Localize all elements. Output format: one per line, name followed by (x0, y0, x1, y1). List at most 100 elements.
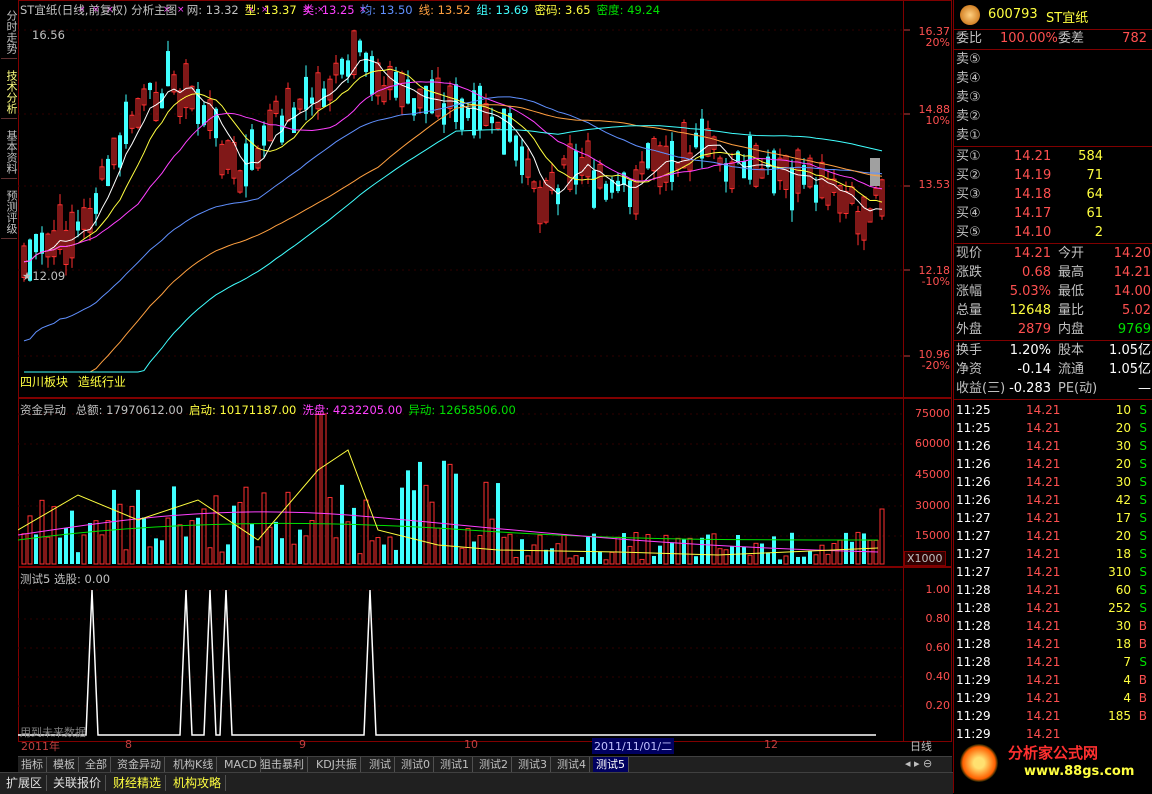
buy-label: 买③ (956, 187, 981, 202)
price-tick: 13.53 (918, 178, 951, 191)
low-price-label: 12.09 (32, 269, 66, 283)
fund-value: 1.05亿 (1109, 343, 1151, 358)
tab-测试0[interactable]: 测试0 (398, 757, 434, 773)
tab-MACD[interactable]: MACD (221, 757, 261, 773)
tab-technical[interactable]: 技术分析 (1, 66, 18, 119)
footer-tab[interactable]: 财经精选 (109, 775, 167, 791)
tick-row: 11:26 14.21 30 S (954, 437, 1152, 455)
tab-KDJ共振[interactable]: KDJ共振 (313, 757, 361, 773)
buy-level: 买③ 14.18 64 (954, 186, 1152, 204)
footer-tab[interactable]: 关联报价 (49, 775, 107, 791)
volume-header: 资金异动 总额: 17970612.00 启动: 10171187.00 洗盘: 4… (20, 402, 516, 418)
tab-全部[interactable]: 全部 (82, 757, 111, 773)
tick-price: 14.21 (1026, 511, 1061, 525)
tab-测试4[interactable]: 测试4 (554, 757, 590, 773)
footer-tab[interactable]: 机构攻略 (169, 775, 227, 791)
volume-bar (345, 521, 351, 565)
volume-bar (813, 554, 819, 565)
volume-tick: 75000 (915, 407, 950, 420)
cursor-date-label: 2011/11/01/二 (592, 738, 675, 754)
volume-bar (802, 556, 806, 564)
candle-body (124, 101, 128, 145)
volume-bar (255, 546, 261, 565)
buy-volume: 71 (1086, 168, 1103, 183)
quote-label: 量比 (1058, 303, 1085, 318)
quote-value: 0.68 (1022, 265, 1051, 280)
buy-label: 买② (956, 168, 981, 183)
volume-bar (760, 543, 764, 564)
tab-forecast[interactable]: 预测评级 (1, 186, 18, 239)
volume-bar (615, 536, 621, 565)
tick-side: S (1139, 601, 1147, 615)
tick-row: 11:26 14.21 20 S (954, 455, 1152, 473)
candle-body (748, 135, 752, 180)
volume-bar (232, 505, 236, 564)
tab-intraday[interactable]: 分时走势 (1, 6, 18, 59)
grid (18, 29, 910, 707)
volume-bar (609, 551, 615, 565)
tab-机构K线[interactable]: 机构K线 (170, 757, 218, 773)
footer-tab[interactable]: 扩展区 (2, 775, 48, 791)
tabbar-scroll-arrows[interactable]: ◂ ▸ ⊖ (905, 757, 932, 770)
tab-测试3[interactable]: 测试3 (515, 757, 551, 773)
period-label[interactable]: 日线 (910, 738, 932, 754)
signal-tick: 0.60 (925, 641, 951, 654)
tick-row: 11:27 14.21 18 S (954, 545, 1152, 563)
signal-tick: 0.20 (925, 699, 951, 712)
tick-row: 11:28 14.21 60 S (954, 581, 1152, 599)
candle-body (556, 188, 560, 205)
volume-bar (21, 533, 27, 565)
kline-chart[interactable]: × × × × × × × × × × (18, 0, 952, 742)
tick-time: 11:27 (956, 547, 991, 561)
fund-value: — (1138, 381, 1151, 396)
tick-price: 14.21 (1026, 529, 1061, 543)
watermark-logo (960, 744, 998, 782)
sell-label: 卖③ (956, 90, 981, 105)
volume-bar (352, 507, 356, 564)
tab-测试5[interactable]: 测试5 (593, 757, 629, 773)
quote-row: 涨幅 5.03% 最低 14.00 (954, 283, 1152, 301)
tab-狙击暴利[interactable]: 狙击暴利 (257, 757, 308, 773)
volume-bar (429, 501, 435, 565)
volume-bar (243, 486, 249, 565)
tab-测试1[interactable]: 测试1 (437, 757, 473, 773)
fund-label: 流通 (1058, 362, 1085, 377)
buy-label: 买① (956, 149, 981, 164)
tick-row: 11:29 14.21 185 B (954, 707, 1152, 725)
tick-volume: 20 (1115, 457, 1131, 471)
volume-bar (93, 520, 99, 565)
watermark-text: 分析家公式网 (1008, 744, 1099, 762)
high-price-label: 16.56 (32, 28, 65, 42)
candle-body (166, 51, 170, 87)
volume-bar (274, 521, 278, 564)
tab-指标[interactable]: 指标 (18, 757, 47, 773)
indicator-value: 型: 13.37 (244, 3, 297, 17)
industry-label[interactable]: 造纸行业 (78, 375, 126, 389)
tab-测试2[interactable]: 测试2 (476, 757, 512, 773)
quote-label: 现价 (956, 246, 983, 261)
quote-row: 涨跌 0.68 最高 14.21 (954, 264, 1152, 282)
tick-side: S (1139, 403, 1147, 417)
candle-body (520, 146, 524, 175)
tab-模板[interactable]: 模板 (50, 757, 79, 773)
volume-bar (573, 555, 579, 565)
signal-line (18, 589, 876, 736)
tab-测试[interactable]: 测试 (366, 757, 395, 773)
volume-bar (387, 536, 393, 565)
volume-bar (694, 556, 698, 564)
footer-tab-bar: 扩展区 关联报价 财经精选 机构攻略 (0, 772, 953, 794)
tick-side: B (1138, 691, 1147, 705)
divider (954, 243, 1152, 244)
tick-row: 11:28 14.21 18 B (954, 635, 1152, 653)
volume-bar (717, 548, 723, 565)
tick-time: 11:26 (956, 493, 991, 507)
tab-资金异动[interactable]: 资金异动 (114, 757, 165, 773)
sector-label[interactable]: 四川板块 (20, 375, 68, 389)
candle-body (40, 232, 44, 254)
tab-fundamentals[interactable]: 基本资料 (1, 126, 18, 179)
candle-body (346, 60, 350, 77)
sell-level: 卖② (954, 108, 1152, 126)
volume-bar (603, 559, 609, 565)
tick-time: 11:28 (956, 655, 991, 669)
indicator-value: 组: 13.69 (476, 3, 529, 17)
